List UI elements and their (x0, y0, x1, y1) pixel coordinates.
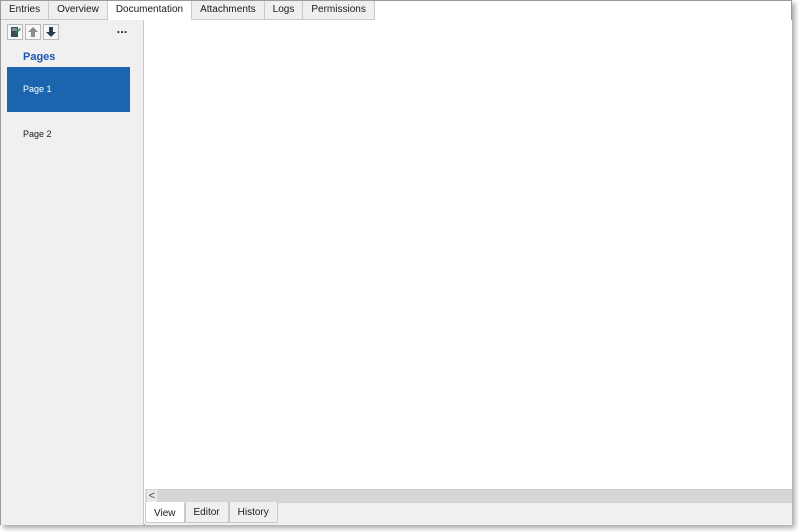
move-down-button[interactable] (43, 24, 59, 40)
tab-documentation[interactable]: Documentation (107, 1, 193, 20)
edit-page-button[interactable] (7, 24, 23, 40)
tab-history[interactable]: History (228, 502, 278, 523)
page-list: Page 1 Page 2 (7, 67, 130, 157)
documentation-view-pane (145, 20, 792, 489)
tab-permissions[interactable]: Permissions (303, 1, 375, 20)
more-options-button[interactable]: ... (113, 22, 131, 39)
scroll-left-arrow-icon[interactable]: < (147, 490, 157, 502)
tab-entries[interactable]: Entries (1, 1, 50, 20)
tab-attachments[interactable]: Attachments (192, 1, 265, 20)
top-tab-strip: Entries Overview Documentation Attachmen… (1, 1, 375, 20)
tab-overview[interactable]: Overview (49, 1, 108, 20)
pages-sidebar: ... Pages Page 1 Page 2 (1, 20, 144, 525)
horizontal-scrollbar[interactable]: < (145, 489, 792, 502)
edit-page-icon (11, 27, 21, 37)
tab-editor[interactable]: Editor (184, 502, 229, 523)
documentation-window: Entries Overview Documentation Attachmen… (0, 0, 792, 525)
tab-view[interactable]: View (145, 502, 185, 523)
move-up-button[interactable] (25, 24, 41, 40)
bottom-tab-strip: View Editor History (145, 502, 278, 525)
move-up-icon (28, 27, 38, 37)
tab-logs[interactable]: Logs (264, 1, 304, 20)
pages-toolbar (7, 24, 59, 42)
pages-heading: Pages (23, 51, 56, 63)
move-down-icon (46, 27, 56, 37)
page-list-item[interactable]: Page 2 (7, 112, 130, 157)
page-list-item[interactable]: Page 1 (7, 67, 130, 112)
